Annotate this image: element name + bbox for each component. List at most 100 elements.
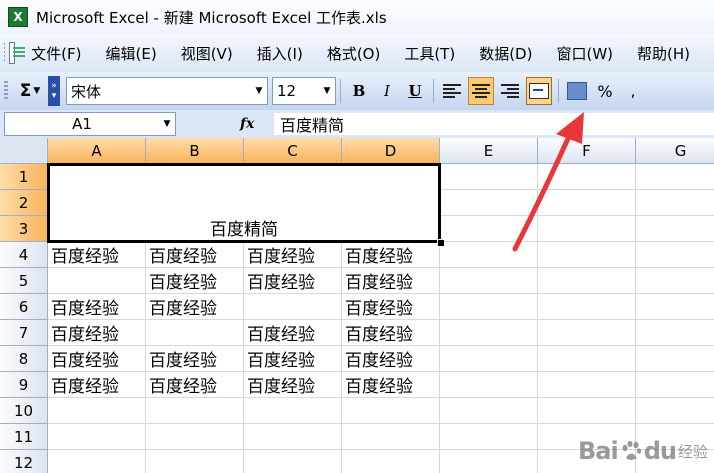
cell-c8[interactable]: 百度经验 — [244, 346, 342, 372]
formula-input[interactable]: 百度精简 — [274, 113, 714, 135]
cell-b11[interactable] — [146, 424, 244, 450]
cell-c7[interactable]: 百度经验 — [244, 320, 342, 346]
align-center-button[interactable] — [468, 77, 494, 105]
cell-a6[interactable]: 百度经验 — [48, 294, 146, 320]
merge-and-center-button[interactable] — [526, 77, 552, 105]
toolbar-options-button[interactable]: » ▾ — [48, 76, 60, 106]
cell-a10[interactable] — [48, 398, 146, 424]
cell-d12[interactable] — [342, 450, 440, 473]
column-header-c[interactable]: C — [244, 138, 342, 164]
cell-g4[interactable] — [636, 242, 714, 268]
cell-a11[interactable] — [48, 424, 146, 450]
cell-e10[interactable] — [440, 398, 538, 424]
cell-a4[interactable]: 百度经验 — [48, 242, 146, 268]
menu-data[interactable]: 数据(D) — [479, 43, 532, 64]
cell-b10[interactable] — [146, 398, 244, 424]
font-name-select[interactable]: 宋体 ▼ — [66, 77, 268, 105]
cell-b9[interactable]: 百度经验 — [146, 372, 244, 398]
font-size-select[interactable]: 12 ▼ — [272, 77, 336, 105]
row-header-10[interactable]: 10 — [0, 398, 48, 424]
cell-c5[interactable]: 百度经验 — [244, 268, 342, 294]
cell-e7[interactable] — [440, 320, 538, 346]
select-all-corner[interactable] — [0, 138, 48, 164]
cell-a12[interactable] — [48, 450, 146, 473]
cell-e5[interactable] — [440, 268, 538, 294]
cell-f8[interactable] — [538, 346, 636, 372]
comma-style-button[interactable]: , — [621, 78, 645, 104]
italic-button[interactable]: I — [375, 78, 399, 104]
cell-c12[interactable] — [244, 450, 342, 473]
cell-f7[interactable] — [538, 320, 636, 346]
cell-f2[interactable] — [538, 190, 636, 216]
cell-e12[interactable] — [440, 450, 538, 473]
name-box[interactable]: A1 ▼ — [4, 112, 176, 136]
column-header-b[interactable]: B — [146, 138, 244, 164]
menu-file[interactable]: 文件(F) — [31, 43, 81, 64]
cell-d10[interactable] — [342, 398, 440, 424]
cell-d5[interactable]: 百度经验 — [342, 268, 440, 294]
column-header-f[interactable]: F — [538, 138, 636, 164]
cell-f4[interactable] — [538, 242, 636, 268]
cell-g8[interactable] — [636, 346, 714, 372]
merged-cell-a1-d3[interactable]: 百度精简 — [47, 163, 441, 243]
bold-button[interactable]: B — [347, 78, 371, 104]
cell-f6[interactable] — [538, 294, 636, 320]
align-left-button[interactable] — [440, 78, 464, 104]
cell-b7[interactable] — [146, 320, 244, 346]
cell-c11[interactable] — [244, 424, 342, 450]
row-header-4[interactable]: 4 — [0, 242, 48, 268]
menu-window[interactable]: 窗口(W) — [556, 43, 613, 64]
menu-insert[interactable]: 插入(I) — [257, 43, 303, 64]
cell-d11[interactable] — [342, 424, 440, 450]
underline-button[interactable]: U — [403, 78, 427, 104]
row-header-9[interactable]: 9 — [0, 372, 48, 398]
cell-b5[interactable]: 百度经验 — [146, 268, 244, 294]
name-box-dropdown-icon[interactable]: ▼ — [159, 112, 175, 136]
percent-style-button[interactable]: % — [593, 78, 617, 104]
cell-g6[interactable] — [636, 294, 714, 320]
cell-e4[interactable] — [440, 242, 538, 268]
cell-g5[interactable] — [636, 268, 714, 294]
cell-g10[interactable] — [636, 398, 714, 424]
row-header-11[interactable]: 11 — [0, 424, 48, 450]
cell-c10[interactable] — [244, 398, 342, 424]
font-dropdown-icon[interactable]: ▼ — [251, 79, 267, 103]
row-header-12[interactable]: 12 — [0, 450, 48, 473]
cell-a7[interactable]: 百度经验 — [48, 320, 146, 346]
toolbar-grip-handle[interactable] — [4, 81, 8, 101]
cell-f3[interactable] — [538, 216, 636, 242]
cell-e1[interactable] — [440, 164, 538, 190]
menu-view[interactable]: 视图(V) — [181, 43, 233, 64]
column-header-d[interactable]: D — [342, 138, 440, 164]
cell-d8[interactable]: 百度经验 — [342, 346, 440, 372]
row-header-2[interactable]: 2 — [0, 190, 48, 216]
cell-b12[interactable] — [146, 450, 244, 473]
cell-d9[interactable]: 百度经验 — [342, 372, 440, 398]
menu-edit[interactable]: 编辑(E) — [106, 43, 157, 64]
menu-tools[interactable]: 工具(T) — [404, 43, 455, 64]
cell-e11[interactable] — [440, 424, 538, 450]
cell-c4[interactable]: 百度经验 — [244, 242, 342, 268]
row-header-5[interactable]: 5 — [0, 268, 48, 294]
cell-b4[interactable]: 百度经验 — [146, 242, 244, 268]
cell-b6[interactable]: 百度经验 — [146, 294, 244, 320]
cell-g2[interactable] — [636, 190, 714, 216]
cell-f5[interactable] — [538, 268, 636, 294]
autosum-dropdown-icon[interactable]: ▼ — [33, 86, 40, 96]
cell-e6[interactable] — [440, 294, 538, 320]
cell-g3[interactable] — [636, 216, 714, 242]
excel-app-icon[interactable]: X — [8, 7, 28, 27]
cell-f1[interactable] — [538, 164, 636, 190]
cell-d4[interactable]: 百度经验 — [342, 242, 440, 268]
size-dropdown-icon[interactable]: ▼ — [319, 79, 335, 103]
cell-a8[interactable]: 百度经验 — [48, 346, 146, 372]
euro-conversion-button[interactable] — [565, 78, 589, 104]
fill-handle[interactable] — [437, 239, 445, 247]
cell-c6[interactable] — [244, 294, 342, 320]
menu-format[interactable]: 格式(O) — [327, 43, 381, 64]
cell-e2[interactable] — [440, 190, 538, 216]
row-header-1[interactable]: 1 — [0, 164, 48, 190]
cell-a5[interactable] — [48, 268, 146, 294]
row-header-3[interactable]: 3 — [0, 216, 48, 242]
row-header-7[interactable]: 7 — [0, 320, 48, 346]
